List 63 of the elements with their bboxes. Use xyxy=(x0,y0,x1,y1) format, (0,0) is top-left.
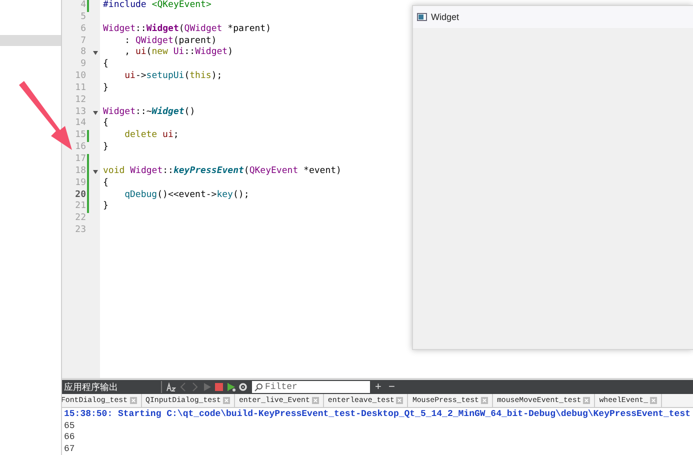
code-line: qDebug()<<event->key(); xyxy=(124,190,250,202)
line-number: 21 xyxy=(74,201,87,213)
code-line: } xyxy=(103,201,110,214)
code-line: { xyxy=(103,59,110,72)
window-title: Widget xyxy=(431,12,460,22)
line-number: 7 xyxy=(80,36,87,47)
window-icon xyxy=(417,13,427,21)
line-number: 4 xyxy=(80,0,87,12)
code-line: Widget::~Widget() xyxy=(103,106,196,118)
line-number: 13 xyxy=(74,106,87,118)
fold-arrow-icon[interactable] xyxy=(92,110,98,115)
code-line: { xyxy=(103,118,110,130)
line-number: 12 xyxy=(74,94,87,107)
close-icon[interactable] xyxy=(396,397,404,404)
code-line: , ui(new Ui::Widget) xyxy=(124,47,234,60)
code-line: void Widget::keyPressEvent(QKeyEvent *event) xyxy=(103,166,342,178)
line-number: 6 xyxy=(80,24,87,36)
fold-arrow-icon[interactable] xyxy=(92,170,98,174)
line-number: 16 xyxy=(74,142,87,154)
code-line: : QWidget(parent) xyxy=(124,36,218,47)
line-number: 20 xyxy=(74,190,87,201)
play-icon[interactable] xyxy=(202,382,212,392)
output-line: 65 xyxy=(64,420,76,432)
close-icon[interactable] xyxy=(583,397,590,404)
close-icon[interactable] xyxy=(480,397,488,404)
line-number: 18 xyxy=(74,166,87,178)
line-number: 8 xyxy=(80,47,87,59)
filter-field[interactable]: Filter xyxy=(252,381,370,393)
code-line: ui->setupUi(this); xyxy=(124,71,224,83)
line-number: 15 xyxy=(74,130,87,142)
close-icon[interactable] xyxy=(312,397,319,404)
run-flag-icon[interactable] xyxy=(226,382,236,392)
add-button[interactable]: + xyxy=(373,381,384,393)
line-number: 5 xyxy=(80,12,87,24)
line-number: 17 xyxy=(74,154,87,166)
line-number: 19 xyxy=(74,178,87,190)
line-number: 9 xyxy=(80,59,87,71)
code-line: } xyxy=(103,82,110,95)
code-line: #include <QKeyEvent> xyxy=(103,0,212,12)
line-number: 14 xyxy=(74,118,87,130)
output-line: 66 xyxy=(64,432,76,444)
settings-icon[interactable] xyxy=(238,382,248,392)
code-line: { xyxy=(103,178,110,190)
remove-button[interactable]: − xyxy=(386,381,397,393)
line-number: 22 xyxy=(74,213,87,225)
close-icon[interactable] xyxy=(130,397,137,404)
code-line: delete ui; xyxy=(124,130,180,142)
code-line: } xyxy=(103,142,110,154)
line-number: 10 xyxy=(74,71,87,83)
panel-title: 应用程序输出 xyxy=(63,382,119,394)
tree-item-highlight[interactable] xyxy=(0,35,61,46)
fold-arrow-icon[interactable] xyxy=(92,51,98,56)
annotation-arrow xyxy=(19,81,72,150)
code-line: Widget::Widget(QWidget *parent) xyxy=(103,24,272,36)
close-icon[interactable] xyxy=(222,397,230,404)
close-icon[interactable] xyxy=(650,397,658,404)
stop-icon[interactable] xyxy=(214,382,224,392)
sort-icon[interactable] xyxy=(166,382,176,392)
search-icon xyxy=(254,382,263,392)
line-number: 23 xyxy=(74,225,87,237)
output-line: 67 xyxy=(64,444,76,455)
line-number: 11 xyxy=(74,82,87,95)
output-line: 15:38:50: Starting C:\qt_code\build-KeyPressEvent_test-Desktop_Qt_5_14_2_MinGW_64_bit-Debug\debug\KeyPressEvent_test xyxy=(64,409,692,420)
